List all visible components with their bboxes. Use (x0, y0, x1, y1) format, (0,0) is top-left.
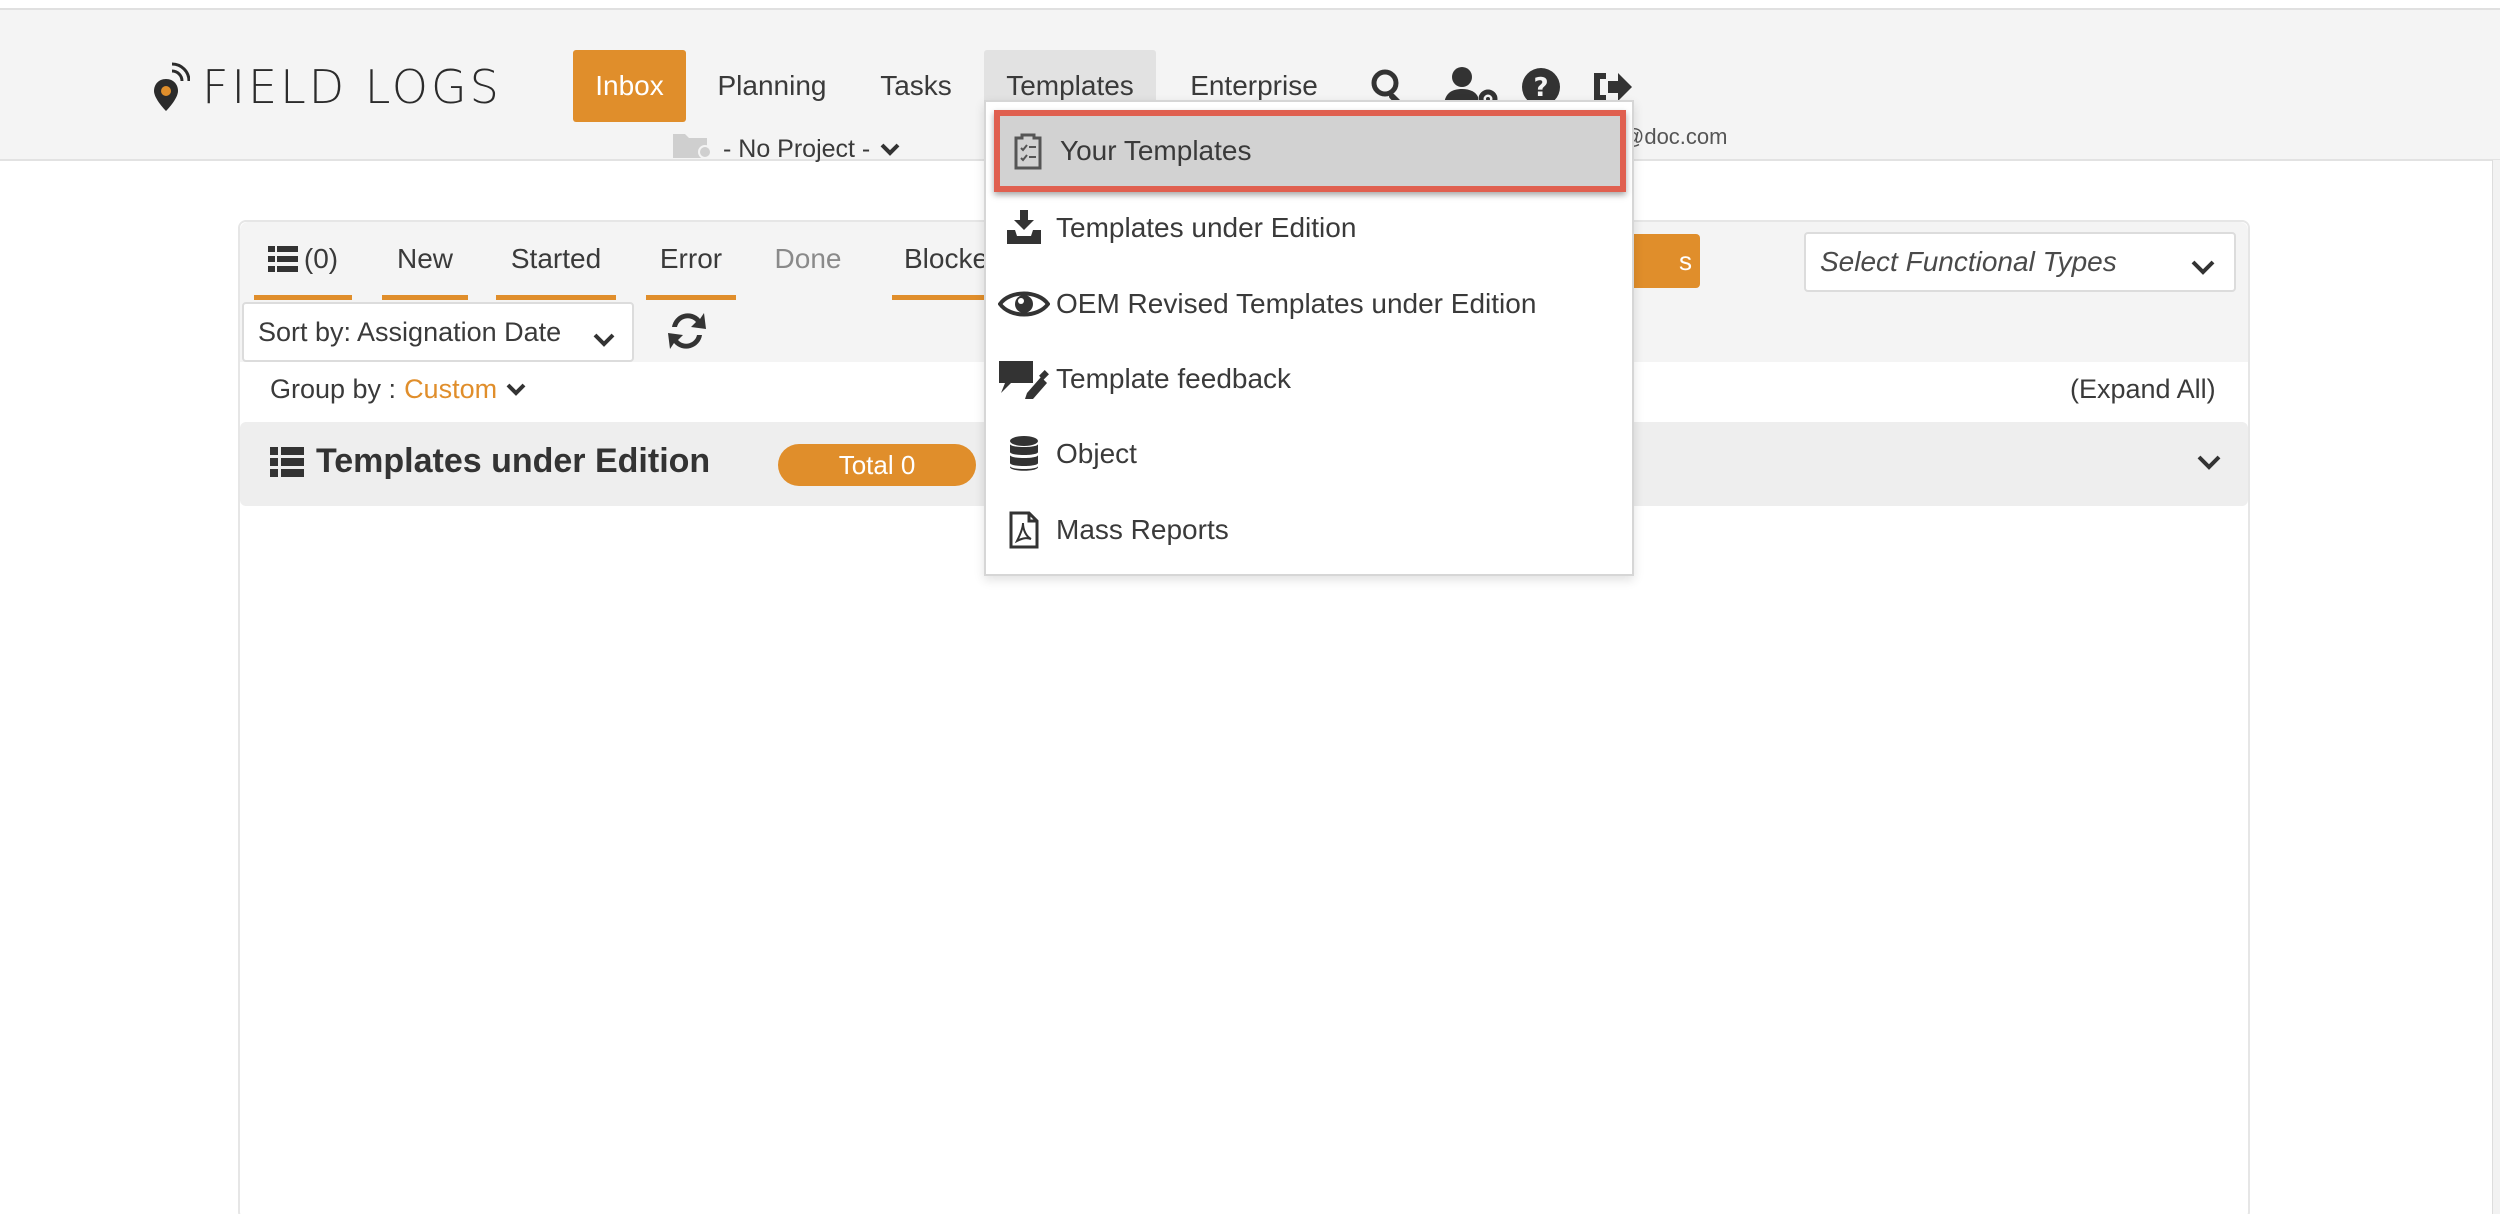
templates-dropdown-menu: Your Templates Templates under Edition O… (984, 100, 1634, 576)
database-icon (996, 426, 1052, 482)
clipboard-check-icon (1000, 123, 1056, 179)
tab-started[interactable]: Started (496, 222, 616, 300)
page-scrollbar[interactable] (2492, 160, 2500, 1214)
group-by-control[interactable]: Group by : Custom (270, 374, 527, 405)
chevron-down-icon (2190, 252, 2216, 284)
chevron-down-icon[interactable] (2196, 454, 2222, 477)
menu-item-your-templates[interactable]: Your Templates (994, 110, 1626, 192)
list-icon (267, 245, 298, 272)
browser-top-edge (0, 0, 2500, 10)
menu-item-object[interactable]: Object (996, 418, 1624, 490)
tab-all[interactable]: (0) (254, 222, 352, 300)
project-label: - No Project - (723, 134, 871, 163)
tab-done[interactable]: Done (760, 222, 856, 300)
svg-text:?: ? (1533, 73, 1548, 103)
eye-icon (996, 276, 1052, 332)
menu-item-label: Object (1056, 438, 1137, 469)
menu-item-label: Mass Reports (1056, 514, 1229, 545)
menu-item-templates-under-edition[interactable]: Templates under Edition (996, 192, 1624, 264)
menu-item-oem-revised-templates[interactable]: OEM Revised Templates under Edition (996, 268, 1624, 340)
folder-settings-icon (673, 132, 713, 167)
group-by-label: Group by : (270, 374, 397, 404)
nav-inbox[interactable]: Inbox (573, 50, 686, 122)
tab-error[interactable]: Error (646, 222, 736, 300)
nav-planning[interactable]: Planning (698, 50, 846, 122)
list-icon (270, 446, 304, 477)
tab-new[interactable]: New (382, 222, 468, 300)
tab-all-count: (0) (303, 242, 339, 274)
menu-item-label: Templates under Edition (1056, 212, 1357, 243)
comment-edit-icon (996, 351, 1052, 407)
group-title: Templates under Edition (270, 442, 710, 481)
nav-tasks[interactable]: Tasks (868, 50, 964, 122)
chevron-down-icon (592, 324, 616, 355)
total-badge: Total 0 (778, 444, 976, 486)
menu-item-mass-reports[interactable]: Mass Reports (996, 494, 1624, 566)
refresh-icon[interactable] (662, 304, 712, 358)
chevron-down-icon (880, 135, 900, 164)
menu-item-label: Your Templates (1060, 135, 1252, 166)
sort-select[interactable]: Sort by: Assignation Date (242, 302, 634, 362)
chevron-down-icon (505, 374, 527, 405)
inbox-download-icon (996, 200, 1052, 256)
location-signal-icon (154, 62, 190, 111)
expand-all-link[interactable]: (Expand All) (2070, 374, 2216, 405)
menu-item-label: OEM Revised Templates under Edition (1056, 288, 1537, 319)
file-pdf-icon (996, 502, 1052, 558)
functional-types-select[interactable]: Select Functional Types (1804, 232, 2236, 292)
menu-item-template-feedback[interactable]: Template feedback (996, 343, 1624, 415)
functional-types-placeholder: Select Functional Types (1820, 246, 2117, 277)
menu-item-label: Template feedback (1056, 363, 1292, 394)
group-by-value[interactable]: Custom (404, 374, 497, 405)
user-email: @doc.com (1622, 124, 1728, 149)
fieldlogs-logo[interactable]: FIELD LOGS (152, 57, 502, 117)
brand-name: FIELD LOGS (202, 60, 502, 114)
group-title-text: Templates under Edition (316, 442, 711, 480)
project-selector[interactable]: - No Project - (673, 132, 900, 166)
sort-label: Sort by: Assignation Date (258, 316, 562, 347)
